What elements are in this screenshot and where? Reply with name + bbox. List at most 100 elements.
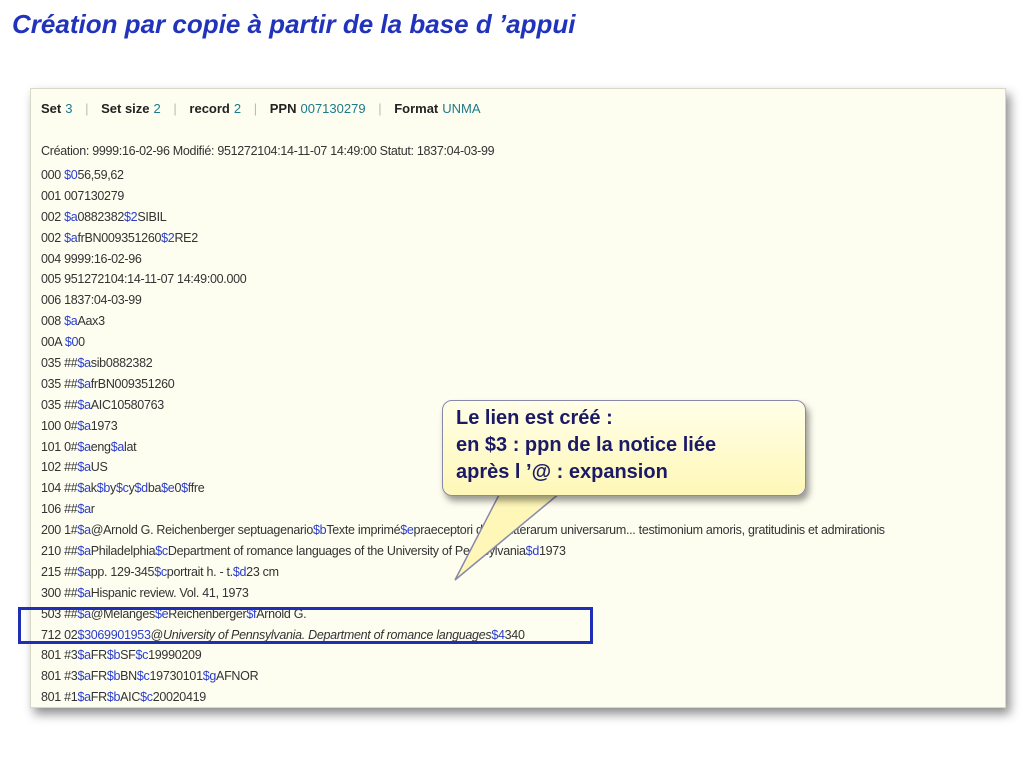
field-text: portrait h. - t.	[166, 564, 233, 579]
field-text: 00A	[41, 335, 65, 350]
format-value[interactable]: UNMA	[442, 101, 480, 116]
field-text: 106 ##	[41, 502, 78, 517]
record-field-row: 001 007130279	[41, 186, 1001, 207]
record-field-row: 006 1837:04-03-99	[41, 290, 1001, 311]
subfield-code[interactable]: $e	[400, 523, 414, 537]
subfield-code[interactable]: $c	[137, 669, 150, 683]
subfield-code[interactable]: $b	[107, 690, 121, 704]
record-field-row: 002 $a0882382$2SIBIL	[41, 207, 1001, 228]
field-text: 000	[41, 168, 65, 182]
subfield-code[interactable]: $a	[77, 544, 91, 558]
field-text: frBN009351260	[90, 376, 175, 391]
callout-box: Le lien est créé : en $3 : ppn de la not…	[442, 400, 806, 496]
subfield-code[interactable]: $2	[124, 210, 138, 224]
field-text: BN	[120, 669, 137, 684]
field-text: pp. 129-345	[90, 564, 155, 579]
field-text: Philadelphia	[90, 544, 156, 559]
field-text: 005 951272104:14-11-07 14:49:00.000	[41, 272, 247, 287]
record-field-row: 035 ##$asib0882382	[41, 353, 1001, 374]
subfield-code[interactable]: $b	[313, 523, 327, 537]
subfield-code[interactable]: $e	[161, 481, 175, 495]
subfield-code[interactable]: $b	[107, 648, 121, 662]
field-text: 100 0#	[41, 418, 78, 433]
field-text: frBN009351260	[77, 230, 162, 245]
field-text: 56,59,62	[77, 168, 124, 182]
subfield-code[interactable]: $c	[136, 648, 149, 662]
field-text: 002	[41, 209, 65, 224]
subfield-code[interactable]: $a	[77, 440, 91, 454]
field-text: 1973	[90, 418, 118, 433]
field-text: 20020419	[152, 690, 207, 705]
subfield-code[interactable]: $d	[135, 481, 149, 495]
record-field-row: 801 #3$aFR$bSF$c19990209	[41, 645, 1001, 666]
subfield-code[interactable]: $d	[233, 565, 247, 579]
ppn-label: PPN	[269, 101, 297, 116]
subfield-code[interactable]: $b	[107, 669, 121, 683]
subfield-code[interactable]: $c	[155, 544, 168, 558]
subfield-code[interactable]: $d	[526, 544, 540, 558]
record-field-row: 00A $00	[41, 332, 1001, 353]
field-text: 300 ##	[41, 585, 78, 600]
subfield-code[interactable]: $a	[77, 523, 91, 537]
header-separator: |	[85, 101, 89, 116]
subfield-code[interactable]: $a	[77, 648, 91, 662]
subfield-code[interactable]: $c	[116, 481, 129, 495]
format-label: Format	[394, 101, 439, 116]
subfield-code[interactable]: $g	[203, 669, 217, 683]
subfield-code[interactable]: $c	[154, 565, 167, 579]
field-text: @Arnold G. Reichenberger septuagenario	[90, 523, 314, 538]
field-text: 035 ##	[41, 356, 78, 371]
record-field-row: 210 ##$aPhiladelphia$cDepartment of roma…	[41, 541, 1001, 562]
subfield-code[interactable]: $a	[77, 690, 91, 704]
field-text: SF	[120, 648, 136, 663]
field-text: 035 ##	[41, 397, 78, 412]
record-field-row: 801 #1$aFR$bAIC$c20020419	[41, 687, 1001, 707]
field-text: 1973	[538, 544, 566, 559]
field-text: 004 9999:16-02-96	[41, 251, 142, 266]
subfield-code[interactable]: $a	[77, 398, 91, 412]
field-text: 210 ##	[41, 544, 78, 559]
subfield-code[interactable]: $a	[77, 502, 91, 516]
field-text: FR	[90, 669, 107, 684]
callout-line-2: en $3 : ppn de la notice liée	[456, 434, 717, 456]
subfield-code[interactable]: $0	[65, 335, 79, 349]
field-text: FR	[90, 690, 107, 705]
subfield-code[interactable]: $2	[161, 231, 175, 245]
field-text: Aax3	[77, 314, 105, 329]
field-text: US	[90, 460, 108, 475]
record-field-row: 005 951272104:14-11-07 14:49:00.000	[41, 269, 1001, 290]
record-field-row: 000 $056,59,62	[41, 165, 1001, 186]
subfield-code[interactable]: $a	[77, 565, 91, 579]
highlight-box-712	[18, 607, 593, 644]
header-separator: |	[378, 101, 382, 116]
record-field-row: 801 #3$aFR$bBN$c19730101$gAFNOR	[41, 666, 1001, 687]
field-text: RE2	[174, 230, 198, 245]
field-text: 0882382	[77, 209, 125, 224]
field-text: fre	[190, 481, 205, 496]
field-text: 104 ##	[41, 481, 78, 496]
subfield-code[interactable]: $a	[77, 377, 91, 391]
subfield-code[interactable]: $a	[64, 210, 78, 224]
subfield-code[interactable]: $0	[64, 168, 78, 182]
subfield-code[interactable]: $b	[97, 481, 111, 495]
ppn-value[interactable]: 007130279	[300, 101, 365, 116]
set-value[interactable]: 3	[65, 101, 72, 116]
setsize-label: Set size	[101, 101, 150, 116]
record-label: record	[189, 101, 230, 116]
field-text: 200 1#	[41, 523, 78, 538]
subfield-code[interactable]: $a	[77, 356, 91, 370]
callout-line-1: Le lien est créé :	[456, 407, 613, 429]
record-value[interactable]: 2	[234, 101, 241, 116]
subfield-code[interactable]: $a	[111, 440, 125, 454]
subfield-code[interactable]: $a	[64, 314, 78, 328]
field-text: ba	[147, 481, 162, 496]
subfield-code[interactable]: $a	[77, 419, 91, 433]
subfield-code[interactable]: $a	[77, 481, 91, 495]
subfield-code[interactable]: $f	[181, 481, 191, 495]
subfield-code[interactable]: $a	[64, 231, 78, 245]
setsize-value[interactable]: 2	[154, 101, 161, 116]
subfield-code[interactable]: $a	[77, 669, 91, 683]
subfield-code[interactable]: $c	[140, 690, 153, 704]
subfield-code[interactable]: $a	[77, 460, 91, 474]
subfield-code[interactable]: $a	[77, 586, 91, 600]
